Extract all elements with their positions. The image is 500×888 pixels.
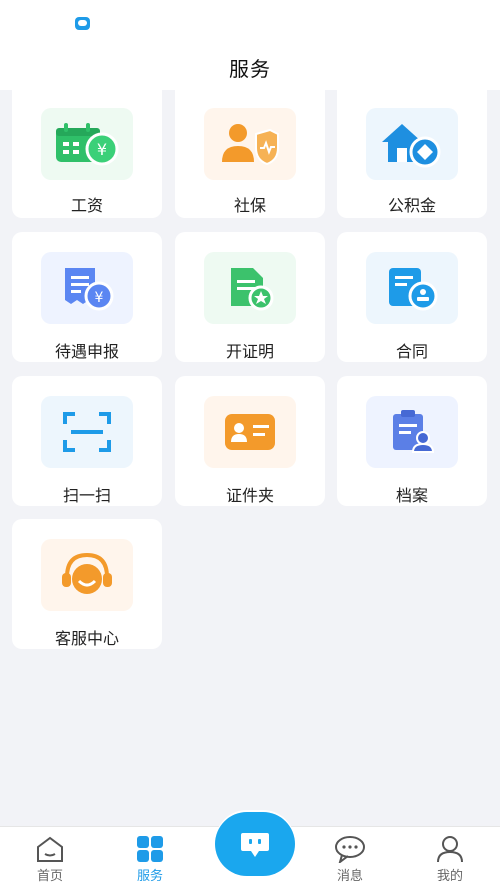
tab-services[interactable]: 服务	[110, 827, 190, 888]
message-icon	[334, 835, 366, 863]
service-label: 扫一扫	[62, 486, 111, 505]
housing-fund-tile	[366, 108, 458, 180]
service-id-card-folder[interactable]: 证件夹	[175, 376, 325, 506]
service-label: 证件夹	[225, 486, 274, 505]
service-label: 档案	[395, 486, 428, 505]
service-certificate[interactable]: 开证明	[175, 232, 325, 362]
certificate-icon	[231, 268, 274, 311]
svg-text:¥: ¥	[95, 290, 104, 306]
social-insurance-icon	[222, 124, 279, 166]
salary-tile: ¥	[41, 108, 133, 180]
home-icon	[35, 835, 65, 863]
service-scan[interactable]: 扫一扫	[12, 376, 162, 506]
service-label: 工资	[70, 196, 103, 215]
status-bar	[0, 0, 500, 44]
tab-label: 首页	[36, 869, 63, 884]
service-label: 公积金	[387, 196, 436, 215]
archive-tile	[366, 396, 458, 468]
service-housing-fund[interactable]: 公积金	[337, 90, 487, 218]
customer-service-icon	[62, 552, 112, 594]
service-benefit-declaration[interactable]: ¥ 待遇申报	[12, 232, 162, 362]
benefit-declaration-tile: ¥	[41, 252, 133, 324]
notification-icon	[75, 17, 90, 30]
service-label: 待遇申报	[54, 342, 119, 361]
page-title: 服务	[229, 56, 271, 81]
benefit-declaration-icon: ¥	[65, 268, 114, 311]
id-card-folder-tile	[204, 396, 296, 468]
tab-label: 我的	[436, 869, 463, 884]
service-label: 客服中心	[54, 629, 119, 648]
tab-home[interactable]: 首页	[10, 827, 90, 888]
service-archive[interactable]: 档案	[337, 376, 487, 506]
profile-icon	[435, 835, 465, 863]
service-customer-service[interactable]: 客服中心	[12, 519, 162, 649]
scan-tile	[41, 396, 133, 468]
service-label: 合同	[395, 342, 428, 361]
service-contract[interactable]: 合同	[337, 232, 487, 362]
contract-tile	[366, 252, 458, 324]
tab-label: 服务	[136, 869, 163, 884]
scan-icon	[63, 412, 111, 452]
tab-profile[interactable]: 我的	[410, 827, 490, 888]
salary-calendar-icon: ¥	[56, 123, 119, 166]
contract-icon	[389, 268, 438, 311]
social-insurance-tile	[204, 108, 296, 180]
assistant-center-button[interactable]	[215, 812, 295, 876]
tab-messages[interactable]: 消息	[310, 827, 390, 888]
assistant-bot-icon	[241, 833, 269, 857]
service-salary[interactable]: ¥ 工资	[12, 90, 162, 218]
service-social-insurance[interactable]: 社保	[175, 90, 325, 218]
customer-service-tile	[41, 539, 133, 611]
service-label: 开证明	[225, 342, 274, 361]
certificate-tile	[204, 252, 296, 324]
id-card-folder-icon	[225, 414, 275, 450]
page-header: 服务	[0, 44, 500, 90]
service-label: 社保	[233, 196, 266, 215]
archive-icon	[393, 410, 435, 453]
tab-label: 消息	[336, 869, 363, 884]
services-grid-icon	[135, 835, 165, 863]
svg-text:¥: ¥	[97, 140, 107, 159]
housing-fund-icon	[382, 124, 441, 168]
